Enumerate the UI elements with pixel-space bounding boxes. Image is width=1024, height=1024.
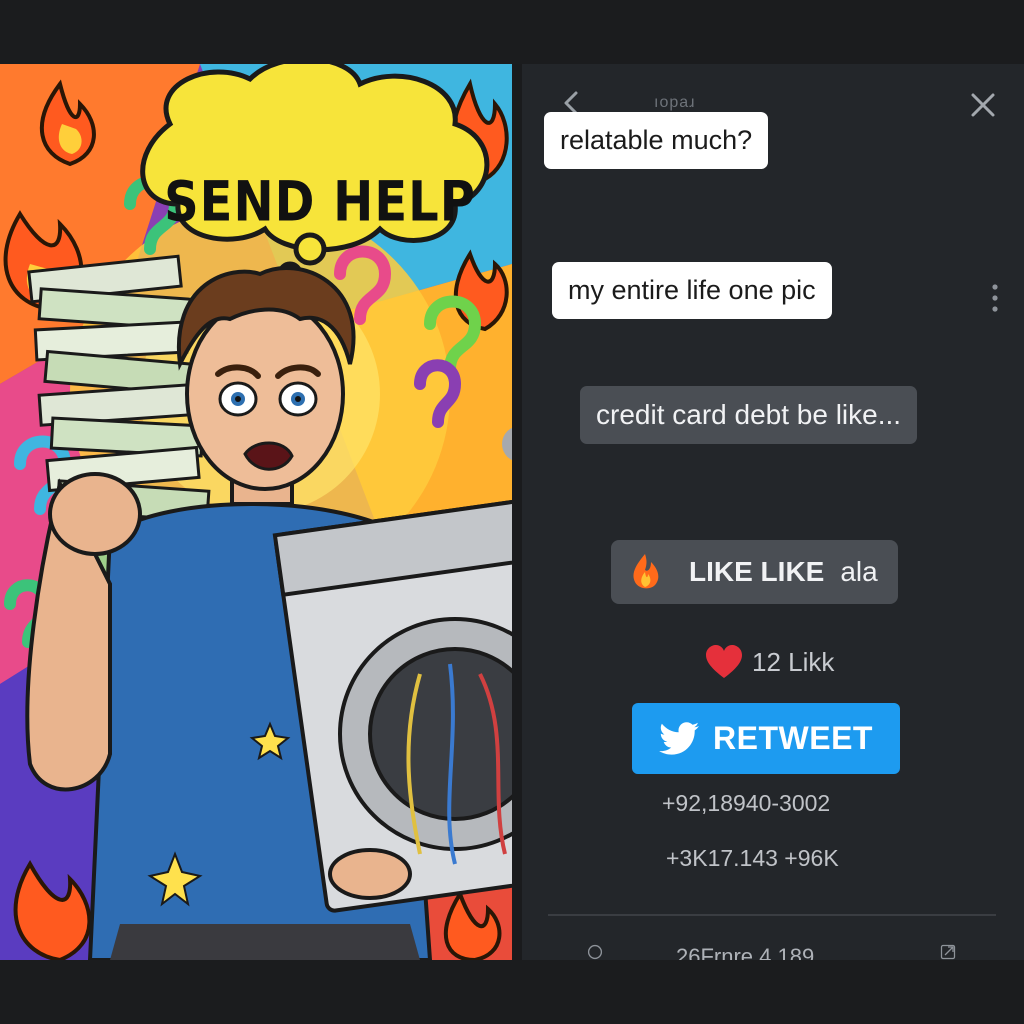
retweet-label: RETWEET bbox=[713, 720, 873, 756]
screenshot-frame: SEND HELP ıopaɹ relatable much? my entir… bbox=[0, 0, 1024, 1024]
fire-icon bbox=[633, 554, 659, 589]
heart-icon bbox=[706, 645, 742, 678]
stat-line-2: +3K17.143 +96K bbox=[666, 845, 839, 871]
stat-line-1: +92,18940-3002 bbox=[662, 790, 831, 816]
comment-icon[interactable] bbox=[580, 944, 610, 960]
kebab-icon[interactable] bbox=[990, 282, 1000, 314]
like-pill[interactable]: LIKE LIKE ala bbox=[611, 540, 898, 604]
caption-chip-credit-card: credit card debt be like... bbox=[580, 386, 918, 444]
retweet-button[interactable]: RETWEET bbox=[632, 703, 900, 774]
caption-chip-entire-life: my entire life one pic bbox=[552, 262, 832, 319]
footer-stats-text: 26Frnre 4 189 bbox=[676, 944, 815, 960]
bottom-bar bbox=[0, 960, 1024, 1024]
thought-bubble-text: SEND HELP bbox=[164, 169, 476, 235]
share-icon[interactable] bbox=[932, 944, 964, 960]
close-icon[interactable] bbox=[966, 88, 1000, 122]
caption-chip-relatable: relatable much? bbox=[544, 112, 769, 169]
twitter-bird-icon bbox=[659, 721, 700, 755]
faded-handle-text: ıopaɹ bbox=[654, 94, 696, 111]
top-bar bbox=[0, 0, 1024, 64]
like-pill-trail: ala bbox=[840, 556, 878, 587]
like-pill-label: LIKE LIKE bbox=[689, 556, 825, 587]
meme-illustration: SEND HELP bbox=[0, 64, 512, 960]
divider bbox=[548, 914, 996, 916]
likes-count: 12 Likk bbox=[752, 646, 835, 677]
likes-count-row[interactable]: 12 Likk bbox=[704, 644, 834, 680]
social-post-panel bbox=[522, 64, 1024, 960]
